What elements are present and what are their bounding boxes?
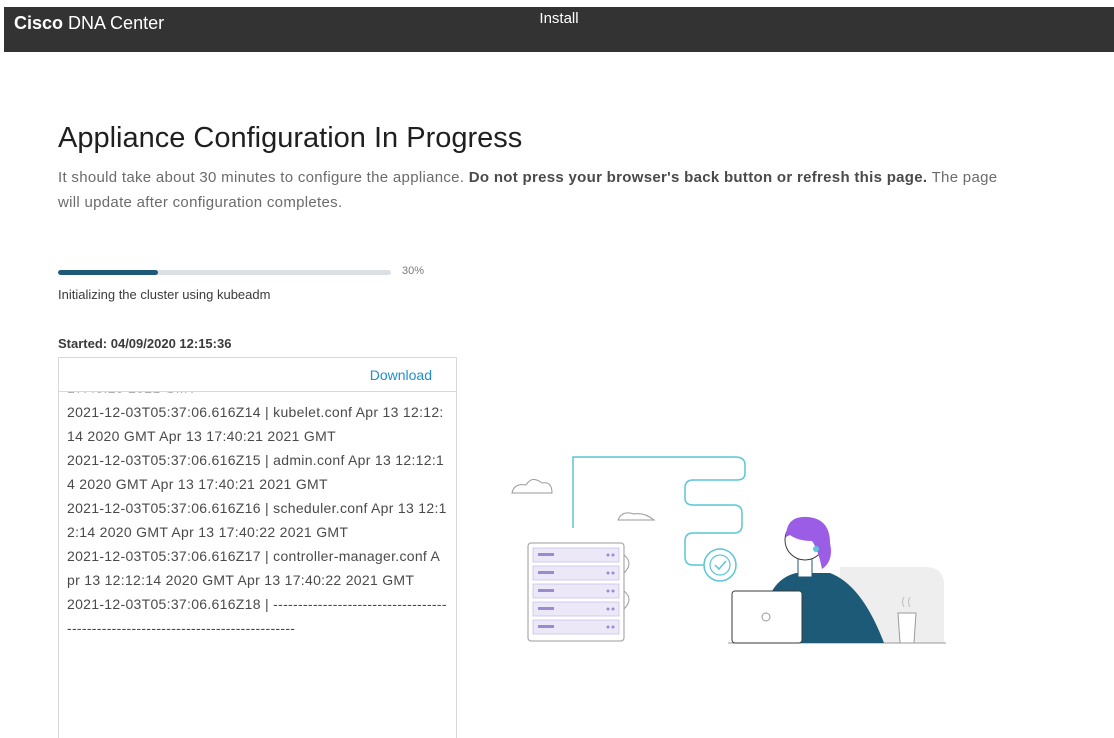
progress-percent: 30% — [402, 265, 425, 277]
progress-bar-fill — [58, 270, 158, 275]
log-panel[interactable]: 17:40:20 2021 GMT 2021-12-03T05:37:06.61… — [58, 392, 457, 738]
page-description: It should take about 30 minutes to confi… — [58, 165, 998, 215]
log-entry: 2021-12-03T05:37:06.616Z16 | scheduler.c… — [67, 500, 447, 540]
log-panel-header: Download — [58, 357, 457, 392]
configuration-illustration — [511, 456, 946, 644]
progress-bar — [58, 270, 391, 275]
description-warning: Do not press your browser's back button … — [468, 169, 928, 186]
started-timestamp: Started: 04/09/2020 12:15:36 — [58, 336, 232, 351]
log-entry-partial: 17:40:20 2021 GMT — [67, 392, 447, 400]
log-entry: 2021-12-03T05:37:06.616Z15 | admin.conf … — [67, 452, 445, 492]
header-page-title: Install — [539, 10, 579, 27]
log-content: 17:40:20 2021 GMT 2021-12-03T05:37:06.61… — [67, 392, 447, 640]
top-header-bar: Cisco DNA Center Install — [4, 7, 1114, 52]
log-entry: 2021-12-03T05:37:06.616Z14 | kubelet.con… — [67, 404, 444, 444]
description-intro: It should take about 30 minutes to confi… — [58, 169, 465, 186]
page-title: Appliance Configuration In Progress — [58, 122, 523, 155]
progress-status-text: Initializing the cluster using kubeadm — [58, 287, 271, 302]
log-entry: 2021-12-03T05:37:06.616Z17 | controller-… — [67, 548, 441, 588]
download-link[interactable]: Download — [370, 367, 432, 383]
log-entry: 2021-12-03T05:37:06.616Z18 | -----------… — [67, 596, 447, 636]
